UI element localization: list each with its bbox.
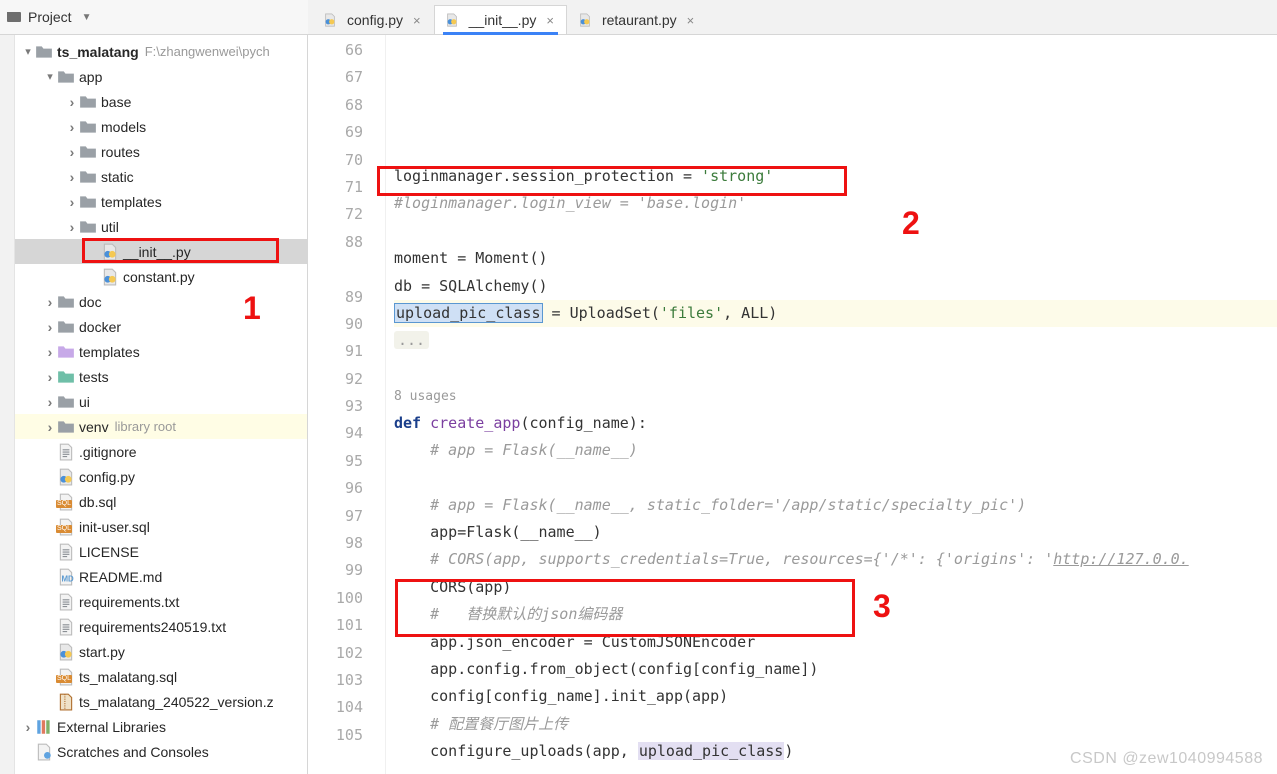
- tree-file[interactable]: SQLinit-user.sql: [15, 514, 307, 539]
- line-number-gutter: 6667686970717288899091929394959697989910…: [308, 35, 386, 774]
- tree-file[interactable]: requirements240519.txt: [15, 614, 307, 639]
- tree-scratches[interactable]: Scratches and Consoles: [15, 739, 307, 764]
- annotation-1: 1: [243, 290, 261, 327]
- close-icon[interactable]: ×: [413, 13, 421, 28]
- tree-file[interactable]: ts_malatang_240522_version.z: [15, 689, 307, 714]
- project-tree[interactable]: ts_malatangF:\zhangwenwei\pychappbasemod…: [15, 35, 308, 774]
- watermark-text: CSDN @zew1040994588: [1070, 750, 1263, 768]
- tree-file[interactable]: start.py: [15, 639, 307, 664]
- tree-folder-ui[interactable]: ui: [15, 389, 307, 414]
- project-icon: [6, 9, 22, 25]
- code-editor[interactable]: 2 3 loginmanager.session_protection = 's…: [386, 35, 1277, 774]
- tree-file[interactable]: LICENSE: [15, 539, 307, 564]
- python-file-icon: [323, 13, 337, 27]
- python-file-icon: [445, 13, 459, 27]
- tree-file-constant-py[interactable]: constant.py: [15, 264, 307, 289]
- editor-area: config.py×__init__.py×retaurant.py× 6667…: [308, 35, 1277, 774]
- tree-folder-tests[interactable]: tests: [15, 364, 307, 389]
- tree-folder-doc[interactable]: doc: [15, 289, 307, 314]
- tree-file[interactable]: MDREADME.md: [15, 564, 307, 589]
- tree-folder-templates[interactable]: templates: [15, 189, 307, 214]
- tree-folder-base[interactable]: base: [15, 89, 307, 114]
- tree-external-libraries[interactable]: External Libraries: [15, 714, 307, 739]
- close-icon[interactable]: ×: [546, 13, 554, 28]
- tree-folder-app[interactable]: app: [15, 64, 307, 89]
- tree-file[interactable]: config.py: [15, 464, 307, 489]
- editor-tabs: config.py×__init__.py×retaurant.py×: [308, 0, 1277, 35]
- tree-file[interactable]: .gitignore: [15, 439, 307, 464]
- tree-file[interactable]: requirements.txt: [15, 589, 307, 614]
- tree-folder-util[interactable]: util: [15, 214, 307, 239]
- tree-file-init-py[interactable]: __init__.py: [15, 239, 307, 264]
- tree-folder-models[interactable]: models: [15, 114, 307, 139]
- tree-root[interactable]: ts_malatangF:\zhangwenwei\pych: [15, 39, 307, 64]
- tree-folder-static[interactable]: static: [15, 164, 307, 189]
- editor-tab[interactable]: config.py×: [312, 5, 434, 34]
- tree-folder-venv[interactable]: venvlibrary root: [15, 414, 307, 439]
- tree-file[interactable]: SQLts_malatang.sql: [15, 664, 307, 689]
- svg-text:MD: MD: [62, 574, 75, 583]
- tree-file[interactable]: SQLdb.sql: [15, 489, 307, 514]
- chevron-down-icon[interactable]: ▼: [82, 12, 92, 23]
- close-icon[interactable]: ×: [687, 13, 695, 28]
- annotation-2: 2: [902, 205, 920, 242]
- annotation-3: 3: [873, 588, 891, 625]
- tree-folder-templates[interactable]: templates: [15, 339, 307, 364]
- tree-folder-routes[interactable]: routes: [15, 139, 307, 164]
- python-file-icon: [578, 13, 592, 27]
- left-gutter-bar: [0, 35, 15, 774]
- project-label[interactable]: Project: [28, 9, 72, 25]
- editor-tab[interactable]: __init__.py×: [434, 5, 567, 34]
- editor-tab[interactable]: retaurant.py×: [567, 5, 707, 34]
- tree-folder-docker[interactable]: docker: [15, 314, 307, 339]
